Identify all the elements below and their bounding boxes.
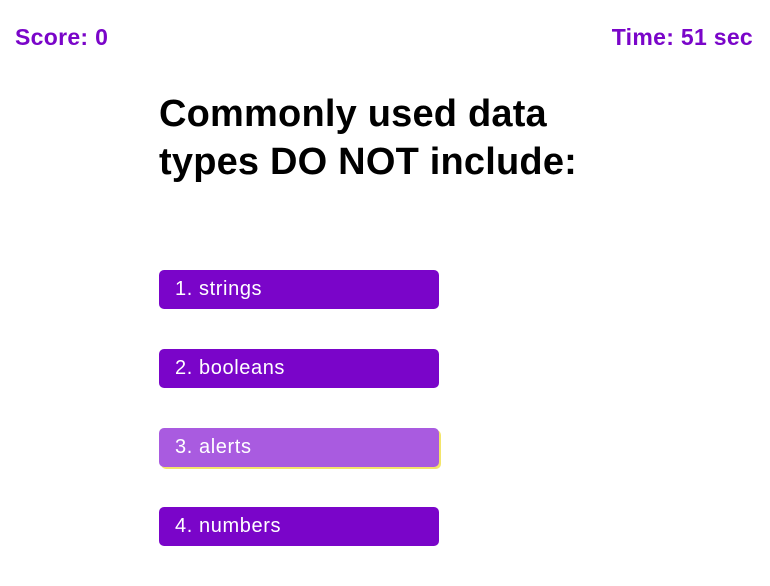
question-title: Commonly used data types DO NOT include: [159,93,578,183]
answer-button-3[interactable]: 3. alerts [159,428,439,467]
quiz-header: Score: 0 Time: 51 sec [15,22,753,52]
answer-button-4[interactable]: 4. numbers [159,507,439,546]
score-display: Score: 0 [15,23,109,50]
quiz-container: Commonly used data types DO NOT include:… [159,90,619,546]
answer-list: 1. strings 2. booleans 3. alerts 4. numb… [159,270,439,586]
answer-button-2[interactable]: 2. booleans [159,349,439,388]
answer-button-1[interactable]: 1. strings [159,270,439,309]
timer-display: Time: 51 sec [611,23,753,50]
